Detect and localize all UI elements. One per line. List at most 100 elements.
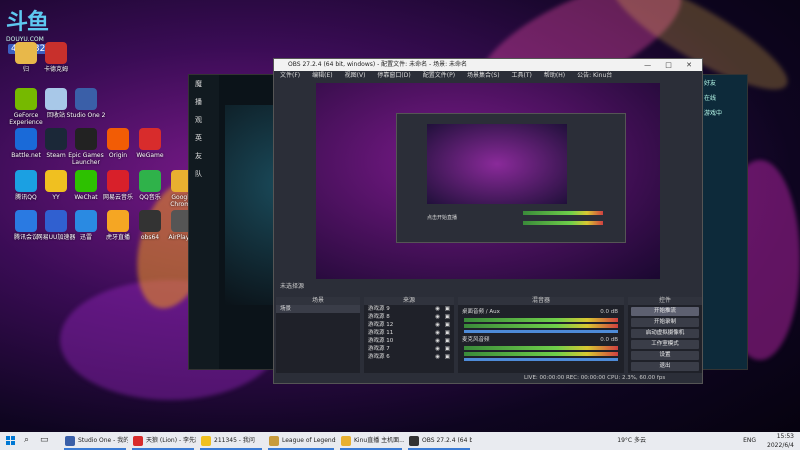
obs-control-button[interactable]: 工作室模式 — [631, 340, 699, 349]
lock-icon[interactable]: ▣ — [445, 305, 450, 313]
desktop-icon-label: 卡德克姆 — [43, 66, 68, 73]
source-item[interactable]: 游戏源 11 ◉ ▣ — [364, 329, 454, 337]
language-indicator[interactable]: ENG — [743, 436, 756, 445]
source-item[interactable]: 游戏源 7 ◉ ▣ — [364, 345, 454, 353]
visibility-eye-icon[interactable]: ◉ — [435, 353, 440, 361]
mixer-channel: 桌面音频 / Aux 0.0 dB — [458, 309, 624, 333]
visibility-eye-icon[interactable]: ◉ — [435, 321, 440, 329]
scene-item[interactable]: 场景 — [276, 305, 360, 313]
league-side-label[interactable]: 播 — [189, 93, 219, 111]
app-icon — [45, 42, 67, 64]
app-icon — [139, 128, 161, 150]
app-icon — [107, 170, 129, 192]
visibility-eye-icon[interactable]: ◉ — [435, 313, 440, 321]
obs-bottom-status: LIVE: 00:00:00 REC: 00:00:00 CPU: 2.3%, … — [274, 373, 702, 383]
obs-control-button[interactable]: 开始录制 — [631, 318, 699, 327]
taskbar-app-icon — [269, 436, 279, 446]
desktop-icon[interactable]: WeGame — [128, 128, 172, 159]
lock-icon[interactable]: ▣ — [445, 329, 450, 337]
windows-start-icon[interactable] — [6, 436, 16, 446]
desktop-icon[interactable]: 卡德克姆 — [34, 42, 78, 73]
obs-menu-item[interactable]: 帮助(H) — [544, 72, 565, 79]
mixer-channel-name: 桌面音频 / Aux — [462, 309, 500, 315]
window-controls[interactable]: — □ ✕ — [644, 59, 698, 71]
obs-menu-item[interactable]: 文件(F) — [280, 72, 300, 79]
nested-subtitle: 点击开始直播 — [427, 215, 458, 221]
source-label: 游戏源 10 — [368, 338, 394, 344]
league-side-label[interactable]: 观 — [189, 111, 219, 129]
obs-control-button[interactable]: 退出 — [631, 362, 699, 371]
lock-icon[interactable]: ▣ — [445, 353, 450, 361]
obs-menu-item[interactable]: 配置文件(P) — [423, 72, 455, 79]
obs-menu-item[interactable]: 工具(T) — [512, 72, 532, 79]
mixer-db-value: 0.0 dB — [600, 309, 618, 315]
taskbar-app-label: 211345 - 我问 — [214, 437, 255, 444]
clock-date[interactable]: 2022/6/4 — [767, 441, 794, 450]
audio-level-meter — [464, 352, 618, 356]
visibility-eye-icon[interactable]: ◉ — [435, 329, 440, 337]
lock-icon[interactable]: ▣ — [445, 345, 450, 353]
mixer-channel-header: 麦克风音频 0.0 dB — [458, 337, 624, 344]
obs-menu-item[interactable]: 视图(V) — [345, 72, 366, 79]
source-item[interactable]: 游戏源 8 ◉ ▣ — [364, 313, 454, 321]
taskbar: ⌕ ▭ Studio One - 我的... 天狼 (Lion) - 李先凯 211… — [0, 432, 800, 450]
taskbar-app[interactable]: 天狼 (Lion) - 李先凯 — [130, 432, 196, 450]
obs-menu-item[interactable]: 停靠窗口(D) — [377, 72, 410, 79]
obs-control-button[interactable]: 启动虚拟摄像机 — [631, 329, 699, 338]
obs-menu-item[interactable]: 编辑(E) — [312, 72, 332, 79]
league-side-label[interactable]: 魔 — [189, 75, 219, 93]
obs-preview[interactable]: 点击开始直播 — [316, 83, 660, 279]
taskbar-app-label: Studio One - 我的... — [78, 437, 128, 444]
obs-menu-item[interactable]: 公告: Kinu台 — [577, 72, 612, 79]
nested-meter — [523, 221, 603, 225]
sources-dock: 游戏源 9 ◉ ▣ 游戏源 8 ◉ ▣ 游戏源 12 ◉ ▣ 游戏源 11 ◉ ▣ 游戏源 10 ◉ ▣ 游戏… — [364, 305, 454, 373]
douyu-logo-mark: 斗鱼 — [6, 10, 49, 35]
league-side-label[interactable]: 队 — [189, 165, 219, 183]
source-label: 游戏源 8 — [368, 314, 390, 320]
visibility-eye-icon[interactable]: ◉ — [435, 337, 440, 345]
audio-level-meter — [464, 324, 618, 328]
sources-dock-title: 来源 — [364, 297, 454, 305]
obs-control-button[interactable]: 设置 — [631, 351, 699, 360]
mixer-channel-name: 麦克风音频 — [462, 337, 490, 343]
lock-icon[interactable]: ▣ — [445, 337, 450, 345]
league-side-label[interactable]: 英 — [189, 129, 219, 147]
source-item[interactable]: 游戏源 9 ◉ ▣ — [364, 305, 454, 313]
lock-icon[interactable]: ▣ — [445, 321, 450, 329]
nested-obs-window: 点击开始直播 — [396, 113, 626, 243]
app-icon — [107, 128, 129, 150]
source-item[interactable]: 游戏源 10 ◉ ▣ — [364, 337, 454, 345]
visibility-eye-icon[interactable]: ◉ — [435, 305, 440, 313]
taskbar-app-icon — [341, 436, 351, 446]
visibility-eye-icon[interactable]: ◉ — [435, 345, 440, 353]
taskbar-app[interactable]: OBS 27.2.4 (64 bit... — [406, 432, 472, 450]
volume-slider[interactable] — [464, 330, 618, 333]
obs-title-bar: OBS 27.2.4 (64 bit, windows) - 配置文件: 未命名… — [274, 59, 702, 71]
taskbar-app[interactable]: League of Legends — [266, 432, 336, 450]
task-view-icon[interactable]: ▭ — [40, 435, 49, 445]
taskbar-app[interactable]: Studio One - 我的... — [62, 432, 128, 450]
desktop-icon-label: Studio One 2 — [66, 112, 106, 119]
desktop-icon[interactable]: Studio One 2 — [64, 88, 108, 119]
league-side-label[interactable]: 友 — [189, 147, 219, 165]
mixer-dock-title: 混音器 — [458, 297, 624, 305]
app-icon — [139, 210, 161, 232]
obs-window[interactable]: OBS 27.2.4 (64 bit, windows) - 配置文件: 未命名… — [273, 58, 703, 384]
friends-panel-label: 好友 — [704, 80, 717, 87]
app-icon — [75, 170, 97, 192]
clock-time[interactable]: 15:53 — [777, 432, 794, 441]
taskbar-app-label: League of Legends — [282, 437, 336, 444]
taskbar-app-label: OBS 27.2.4 (64 bit... — [422, 437, 472, 444]
source-item[interactable]: 游戏源 12 ◉ ▣ — [364, 321, 454, 329]
obs-control-button[interactable]: 开始推流 — [631, 307, 699, 316]
nested-obs-preview — [427, 124, 567, 204]
volume-slider[interactable] — [464, 358, 618, 361]
obs-menu-item[interactable]: 场景集合(S) — [467, 72, 500, 79]
search-icon[interactable]: ⌕ — [24, 435, 29, 445]
taskbar-app-icon — [65, 436, 75, 446]
lock-icon[interactable]: ▣ — [445, 313, 450, 321]
taskbar-app[interactable]: Kinu直播 主机面... — [338, 432, 404, 450]
source-item[interactable]: 游戏源 6 ◉ ▣ — [364, 353, 454, 361]
taskbar-app-icon — [133, 436, 143, 446]
taskbar-app[interactable]: 211345 - 我问 — [198, 432, 264, 450]
